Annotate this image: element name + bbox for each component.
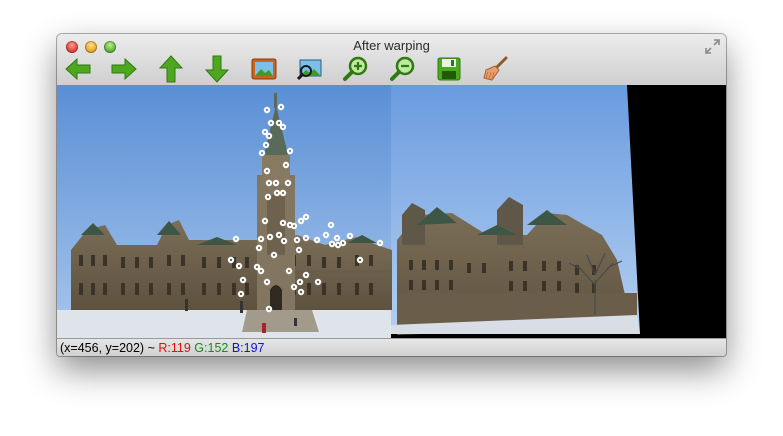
broom-icon [483, 56, 508, 81]
zoom-region-icon [297, 59, 322, 80]
title-toolbar-bar: After warping [57, 34, 726, 86]
save-icon [437, 57, 461, 81]
status-separator: ~ [147, 341, 155, 355]
window-title: After warping [353, 38, 430, 53]
pan-up-button[interactable] [156, 55, 186, 83]
zoom-in-icon [343, 56, 368, 81]
pixel-green-value: G:152 [194, 341, 229, 355]
pan-right-button[interactable] [109, 55, 139, 83]
app-window: After warping (x=456, y=202) ~ R:119 G:1… [57, 34, 726, 356]
pan-down-button[interactable] [202, 55, 232, 83]
pixel-red-value: R:119 [158, 341, 191, 355]
fullscreen-icon[interactable] [705, 39, 720, 54]
zoom-fit-button[interactable] [249, 55, 279, 83]
zoom-out-icon [390, 56, 415, 81]
warped-image-canvas[interactable] [57, 85, 726, 338]
zoom-area-button[interactable] [295, 55, 325, 83]
arrow-left-icon [65, 57, 91, 81]
zoom-out-button[interactable] [388, 55, 418, 83]
pan-left-button[interactable] [63, 55, 93, 83]
image-icon [251, 58, 277, 80]
save-button[interactable] [434, 55, 464, 83]
arrow-down-icon [205, 55, 229, 83]
status-bar: (x=456, y=202) ~ R:119 G:152 B:197 [57, 338, 726, 356]
cursor-coordinates: (x=456, y=202) [60, 341, 145, 355]
properties-button[interactable] [480, 55, 510, 83]
zoom-in-button[interactable] [341, 55, 371, 83]
photo-icon [57, 85, 640, 338]
arrow-up-icon [159, 55, 183, 83]
arrow-right-icon [111, 57, 137, 81]
pixel-blue-value: B:197 [231, 341, 265, 355]
